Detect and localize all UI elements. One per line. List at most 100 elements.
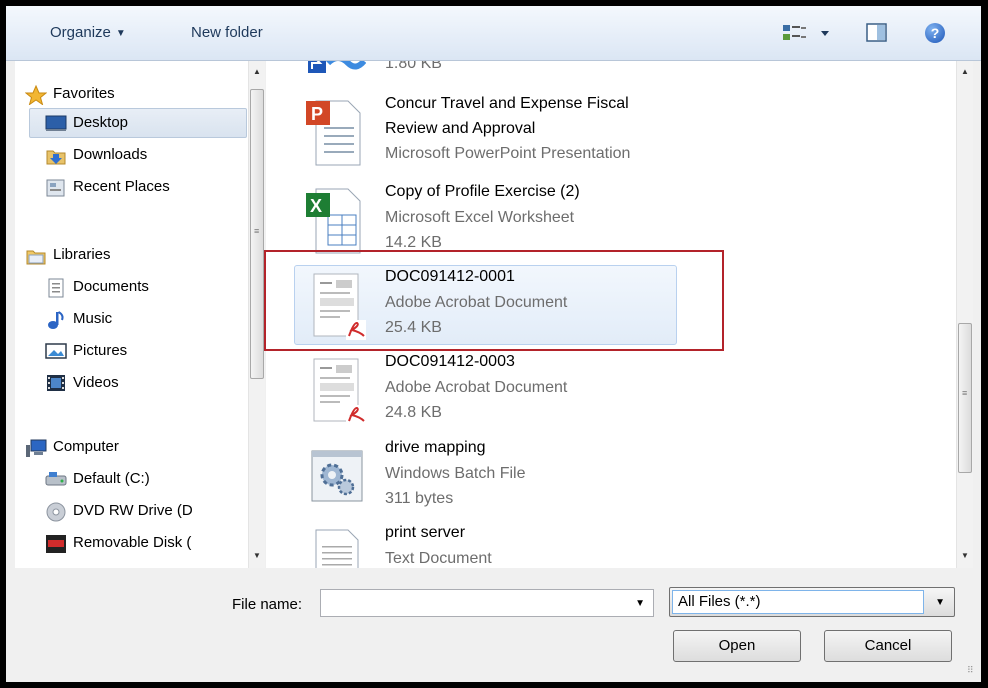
videos-icon — [45, 374, 67, 392]
nav-item-pictures[interactable]: Pictures — [45, 337, 127, 365]
hard-drive-icon — [45, 470, 67, 488]
file-item[interactable]: P Concur Travel and Expense Fiscal Revie… — [292, 93, 672, 177]
file-list-pane: 1.80 KB P Concur Travel and Expense Fisc… — [266, 61, 973, 568]
help-icon[interactable]: ? — [925, 23, 945, 43]
scroll-down-arrow-icon[interactable]: ▼ — [957, 551, 973, 560]
file-type-value: All Files (*.*) — [672, 590, 924, 614]
nav-item-removable-disk[interactable]: Removable Disk ( — [45, 529, 191, 557]
file-item[interactable]: drive mapping Windows Batch File 311 byt… — [292, 437, 672, 521]
nav-computer[interactable]: Computer — [25, 433, 119, 461]
file-type: Microsoft PowerPoint Presentation — [385, 145, 631, 162]
file-type: Windows Batch File — [385, 465, 526, 482]
file-name-input[interactable]: ▼ — [320, 589, 654, 617]
file-list-scrollbar-thumb[interactable]: ≡ — [958, 323, 972, 473]
file-name: print server — [385, 524, 466, 541]
pdf-icon — [302, 270, 366, 342]
nav-item-dvd-drive[interactable]: DVD RW Drive (D — [45, 497, 193, 525]
dvd-drive-icon — [45, 502, 67, 522]
powerpoint-icon: P — [302, 97, 366, 169]
nav-item-partial[interactable]: ... — [45, 559, 86, 568]
nav-item-videos[interactable]: Videos — [45, 369, 119, 397]
nav-computer-label: Computer — [53, 438, 119, 455]
music-icon — [45, 310, 67, 330]
desktop-icon — [45, 114, 67, 132]
file-name: DOC091412-0001 — [385, 268, 515, 285]
recent-places-icon — [45, 178, 67, 197]
svg-text:P: P — [311, 104, 323, 124]
nav-item-documents[interactable]: Documents — [45, 273, 149, 301]
removable-disk-icon — [45, 534, 67, 554]
file-name: DOC091412-0003 — [385, 353, 515, 370]
nav-favorites[interactable]: Favorites — [24, 80, 115, 108]
nav-item-recent-places[interactable]: Recent Places — [45, 173, 170, 201]
file-item-selected[interactable]: DOC091412-0001 Adobe Acrobat Document 25… — [292, 266, 672, 350]
grip-icon: ≡ — [962, 388, 968, 398]
nav-item-default-c[interactable]: Default (C:) — [45, 465, 150, 493]
nav-item-label: Removable Disk ( — [73, 534, 192, 551]
nav-item-downloads[interactable]: Downloads — [45, 141, 147, 169]
change-view-button[interactable] — [781, 22, 839, 44]
file-type: Microsoft Excel Worksheet — [385, 209, 575, 226]
file-item[interactable]: X Copy of Profile Exercise (2) Microsoft… — [292, 181, 672, 265]
open-button[interactable]: Open — [673, 630, 801, 662]
organize-button[interactable]: Organize ▼ — [50, 24, 126, 41]
file-type: Adobe Acrobat Document — [385, 379, 568, 396]
new-folder-button[interactable]: New folder — [191, 24, 263, 41]
file-list-scrollbar[interactable]: ▲ ≡ ▼ — [956, 61, 973, 568]
computer-icon — [25, 438, 47, 458]
file-item[interactable]: DOC091412-0003 Adobe Acrobat Document 24… — [292, 351, 672, 435]
file-name-label: File name: — [232, 596, 303, 613]
file-type: Text Document — [385, 550, 492, 567]
chevron-down-icon[interactable]: ▼ — [935, 597, 945, 608]
scroll-up-arrow-icon[interactable]: ▲ — [249, 67, 265, 76]
batch-file-icon — [302, 441, 366, 513]
file-size: 311 bytes — [385, 490, 454, 507]
file-size: 24.8 KB — [385, 404, 442, 421]
nav-scrollbar[interactable]: ▲ ≡ ▼ — [248, 61, 265, 568]
nav-item-label: Pictures — [73, 342, 128, 359]
chevron-down-icon: ▼ — [115, 28, 126, 39]
resize-grip-icon[interactable]: ⠿ — [967, 666, 979, 680]
preview-pane-icon — [866, 23, 887, 42]
downloads-folder-icon — [45, 146, 67, 165]
svg-text:X: X — [310, 196, 322, 216]
excel-icon: X — [302, 185, 366, 257]
star-icon — [24, 84, 48, 106]
file-name: drive mapping — [385, 439, 486, 456]
nav-item-label: DVD RW Drive (D — [73, 502, 193, 519]
pdf-icon — [302, 355, 366, 427]
nav-item-music[interactable]: Music — [45, 305, 112, 333]
preview-pane-button[interactable] — [865, 22, 889, 44]
file-size: 14.2 KB — [385, 234, 442, 251]
file-name: Copy of Profile Exercise (2) — [385, 183, 580, 200]
navigation-pane: Favorites Desktop Downloads Recent Place… — [15, 61, 265, 568]
drive-icon — [45, 564, 67, 568]
nav-item-label: Recent Places — [73, 178, 170, 195]
nav-scrollbar-thumb[interactable]: ≡ — [250, 89, 264, 379]
nav-item-desktop[interactable]: Desktop — [45, 109, 128, 137]
file-type-select[interactable]: All Files (*.*) ▼ — [669, 587, 955, 617]
nav-favorites-label: Favorites — [53, 85, 115, 102]
cancel-button[interactable]: Cancel — [824, 630, 952, 662]
open-file-dialog: Organize ▼ New folder ? Favorites Desktop — [6, 6, 981, 682]
nav-item-label: ... — [73, 564, 86, 568]
view-options-icon — [783, 25, 829, 40]
toolbar: Organize ▼ New folder ? — [6, 6, 981, 61]
chevron-down-icon[interactable]: ▼ — [635, 598, 645, 609]
nav-item-label: Desktop — [73, 114, 129, 131]
nav-libraries[interactable]: Libraries — [25, 241, 111, 269]
file-size: 25.4 KB — [385, 319, 442, 336]
libraries-icon — [25, 246, 47, 265]
nav-libraries-label: Libraries — [53, 246, 111, 263]
file-item-partial[interactable]: 1.80 KB — [292, 61, 672, 83]
file-size: 1.80 KB — [385, 61, 442, 72]
shortcut-icon — [302, 61, 367, 77]
nav-item-label: Downloads — [73, 146, 148, 163]
file-name: Concur Travel and Expense Fiscal — [385, 95, 629, 112]
file-type: Adobe Acrobat Document — [385, 294, 568, 311]
nav-item-label: Default (C:) — [73, 470, 150, 487]
scroll-up-arrow-icon[interactable]: ▲ — [957, 67, 973, 76]
file-item[interactable]: print server Text Document — [292, 522, 672, 568]
nav-item-label: Music — [73, 310, 113, 327]
scroll-down-arrow-icon[interactable]: ▼ — [249, 551, 265, 560]
